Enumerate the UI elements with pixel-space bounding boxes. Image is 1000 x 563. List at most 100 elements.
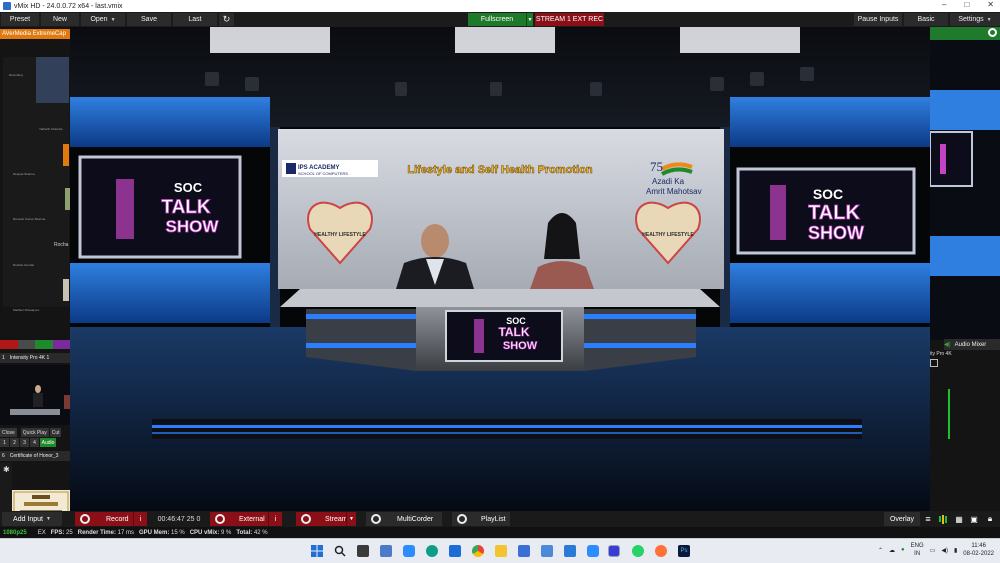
healthy-lifestyle-left: HEALTHY LIFESTYLE	[314, 232, 366, 238]
stream1-indicator[interactable]: STREAM 1	[536, 16, 571, 23]
lock-icon[interactable]: 🔒︎	[984, 512, 996, 526]
program-output[interactable]: IPS ACADEMY SCHOOL OF COMPUTERS Lifestyl…	[70, 27, 930, 511]
pause-inputs-button[interactable]: Pause Inputs	[854, 13, 902, 26]
audio-button[interactable]: Audio	[40, 438, 56, 447]
battery-icon[interactable]: ▮	[954, 547, 957, 554]
external-info-icon[interactable]: i	[268, 512, 282, 526]
search-icon[interactable]	[334, 545, 346, 557]
photoshop-icon[interactable]: Ps	[678, 545, 690, 557]
chevron-down-icon: ▼	[986, 16, 992, 23]
task-view-icon[interactable]	[357, 545, 369, 557]
camera-header[interactable]: AVerMedia ExtremeCap	[0, 29, 70, 39]
store-icon[interactable]	[564, 545, 576, 557]
healthy-lifestyle-right: HEALTHY LIFESTYLE	[642, 232, 694, 238]
mail-icon[interactable]	[449, 545, 461, 557]
add-input-button[interactable]: Add Input ▼	[2, 512, 62, 526]
gear-icon[interactable]	[371, 514, 381, 524]
headline-text: Lifestyle and Self Health Promotion	[407, 164, 592, 176]
list-view-icon[interactable]: ≡	[922, 512, 934, 526]
settings-button[interactable]: Settings ▼	[950, 13, 1000, 26]
chrome-icon[interactable]	[472, 545, 484, 557]
input-label: ity Pro 4K	[930, 351, 952, 357]
open-button[interactable]: Open ▼	[81, 13, 125, 26]
desk-screen-show: SHOW	[503, 340, 538, 352]
close-input-button[interactable]: Close	[0, 428, 17, 437]
playlist-button[interactable]: PlayList	[452, 512, 510, 526]
zoom-icon[interactable]	[403, 545, 415, 557]
ext-indicator[interactable]: EXT	[573, 16, 587, 23]
close-button[interactable]: ✕	[987, 0, 994, 9]
render-time-value: 17 ms	[117, 529, 134, 536]
save-button[interactable]: Save	[127, 13, 171, 26]
calendar-icon[interactable]	[518, 545, 530, 557]
maximize-button[interactable]: □	[964, 0, 969, 9]
input-1-header[interactable]: 1 Intensity Pro 4K 1	[0, 353, 70, 363]
preview-header[interactable]	[930, 27, 1000, 40]
refresh-icon[interactable]: ↻	[219, 13, 234, 26]
fullscreen-button[interactable]: Fullscreen	[468, 13, 526, 26]
rec-indicator[interactable]: REC	[588, 16, 603, 23]
app-icon[interactable]	[608, 545, 620, 557]
chevron-down-icon: ▼	[46, 516, 51, 522]
firefox-icon[interactable]	[655, 545, 667, 557]
edge-icon[interactable]	[426, 545, 438, 557]
display-icon[interactable]: ▭	[930, 547, 936, 554]
multicorder-button[interactable]: MultiCorder	[366, 512, 442, 526]
star-icon: ✱	[3, 465, 10, 474]
desk-screen-talk: TALK	[498, 325, 529, 339]
windows-start-icon[interactable]	[311, 545, 323, 557]
record-timecode: 00:46:47 25 0	[157, 515, 201, 523]
chevron-down-icon[interactable]: ▼	[346, 512, 356, 526]
checkbox[interactable]	[930, 359, 938, 367]
overlay-3-button[interactable]: 3	[20, 438, 29, 447]
windows-taskbar: Ps ⌃ ☁ ● ENG IN ▭ ◀) ▮ 11:46 08-02-2022	[0, 538, 1000, 563]
gallery-label: Madhuri Khanapure	[13, 308, 40, 312]
input-1-preview[interactable]	[0, 365, 70, 425]
gear-icon[interactable]	[80, 514, 90, 524]
input-6-header[interactable]: 6 Certificate of Honor_3	[0, 451, 70, 461]
overlay-1-button[interactable]: 1	[0, 438, 9, 447]
microphone-icon[interactable]: ●	[901, 547, 905, 553]
gear-icon[interactable]	[301, 514, 311, 524]
record-info-icon[interactable]: i	[133, 512, 147, 526]
audio-levels-icon[interactable]	[937, 512, 949, 526]
overlay-2-button[interactable]: 2	[10, 438, 19, 447]
gallery-label: Deepak Sharma	[13, 172, 35, 176]
language-indicator[interactable]: ENG IN	[911, 542, 924, 558]
widgets-icon[interactable]	[380, 545, 392, 557]
stream-status-group[interactable]: STREAM 1 EXT REC	[535, 13, 604, 26]
file-explorer-icon[interactable]	[495, 545, 507, 557]
preset-button[interactable]: Preset	[1, 13, 39, 26]
zoom2-icon[interactable]	[587, 545, 599, 557]
azadi-line2: Amrit Mahotsav	[646, 187, 702, 196]
zoom-gallery[interactable]: Recording Yatharth Chandra Deepak Sharma…	[3, 57, 70, 312]
academy-logo-subtext: SCHOOL OF COMPUTERS	[298, 171, 348, 176]
resolution-label: 1080p25	[3, 529, 27, 536]
cut-button[interactable]: Cut	[49, 428, 62, 437]
basic-button[interactable]: Basic	[904, 13, 948, 26]
last-button[interactable]: Last	[173, 13, 217, 26]
volume-icon[interactable]: ◀)	[941, 547, 948, 554]
quick-play-button[interactable]: Quick Play	[20, 428, 49, 437]
volume-meter	[948, 389, 950, 439]
audio-mixer-button[interactable]: ◀) Audio Mixer	[944, 339, 1000, 350]
minimize-button[interactable]: –	[942, 0, 946, 9]
chevron-up-icon[interactable]: ⌃	[878, 547, 883, 554]
overlay-button[interactable]: Overlay	[884, 512, 920, 526]
gallery-label: Ramesh Kumar Sharma	[13, 217, 46, 221]
whatsapp-icon[interactable]	[632, 545, 644, 557]
overlay-4-button[interactable]: 4	[30, 438, 39, 447]
camera-icon[interactable]: ▣	[968, 512, 980, 526]
new-button[interactable]: New	[41, 13, 79, 26]
gear-icon[interactable]	[988, 28, 997, 37]
participant-thumb	[63, 144, 69, 166]
gear-icon[interactable]	[457, 514, 467, 524]
cloud-icon[interactable]: ☁	[889, 547, 895, 554]
gear-icon[interactable]	[215, 514, 225, 524]
clock[interactable]: 11:46 08-02-2022	[963, 542, 994, 558]
right-screen-show: SHOW	[808, 223, 864, 243]
left-screen-talk: TALK	[161, 197, 211, 218]
grid-view-icon[interactable]: ▦	[953, 512, 965, 526]
app-icon[interactable]	[541, 545, 553, 557]
chevron-down-icon[interactable]: ▼	[526, 13, 533, 26]
